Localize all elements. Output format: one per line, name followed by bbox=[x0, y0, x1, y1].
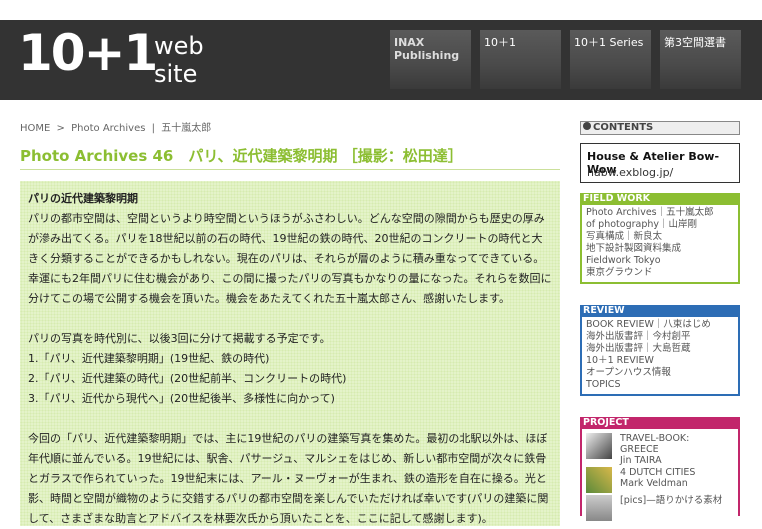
promo-banner[interactable]: House & Atelier Bow-Wow habw.exblog.jp/ bbox=[580, 143, 740, 183]
project-header: PROJECT bbox=[580, 417, 740, 429]
article-body: パリの近代建築黎明期 パリの都市空間は、空間というより時空間というほうがふさわし… bbox=[20, 181, 560, 526]
nav-tab-label: 第3空間選書 bbox=[664, 36, 726, 49]
nav-tab-10plus1[interactable]: 10＋1 bbox=[480, 30, 561, 89]
field-work-link[interactable]: Fieldwork Tokyo bbox=[586, 255, 738, 267]
nav-tab-third-space[interactable]: 第3空間選書 bbox=[660, 30, 741, 89]
project-item[interactable]: TRAVEL-BOOK: GREECE Jin TAIRA bbox=[586, 431, 738, 466]
nav-tab-inax[interactable]: INAX Publishing bbox=[390, 30, 471, 89]
review-link[interactable]: オープンハウス情報 bbox=[586, 367, 738, 379]
review-header: REVIEW bbox=[580, 305, 740, 317]
review-link[interactable]: 海外出版書評｜今村創平 bbox=[586, 331, 738, 343]
project-line: GREECE bbox=[620, 444, 659, 455]
nav-tab-series[interactable]: 10＋1 Series bbox=[570, 30, 651, 89]
contents-label: CONTENTS bbox=[593, 122, 654, 133]
breadcrumb-author: 五十嵐太郎 bbox=[161, 123, 212, 134]
breadcrumb: HOME > Photo Archives | 五十嵐太郎 bbox=[20, 119, 214, 134]
field-work-link[interactable]: of photography｜山岸剛 bbox=[586, 219, 738, 231]
breadcrumb-pipe: | bbox=[151, 123, 156, 134]
review-link[interactable]: 海外出版書評｜大島哲蔵 bbox=[586, 343, 738, 355]
article-heading: パリの近代建築黎明期 bbox=[28, 192, 138, 205]
project-line: [pics]—語りかける素材 bbox=[620, 495, 723, 506]
breadcrumb-sep: > bbox=[56, 123, 65, 134]
project-thumbnail bbox=[586, 467, 612, 493]
project-box: PROJECT TRAVEL-BOOK: GREECE Jin TAIRA 4 … bbox=[580, 417, 740, 521]
title-divider bbox=[20, 169, 560, 170]
breadcrumb-home[interactable]: HOME bbox=[20, 123, 50, 134]
nav-tab-label: INAX bbox=[394, 36, 425, 49]
project-thumbnail bbox=[586, 433, 612, 459]
nav-tab-label-2: Publishing bbox=[394, 49, 460, 62]
nav-tab-label: 10＋1 bbox=[484, 36, 516, 49]
project-item[interactable]: [pics]—語りかける素材 bbox=[586, 493, 738, 521]
review-link[interactable]: 10＋1 REVIEW bbox=[586, 355, 738, 367]
field-work-link[interactable]: Photo Archives｜五十嵐太郎 bbox=[586, 207, 738, 219]
list-item: 1.「パリ、近代建築黎明期」(19世紀、鉄の時代) bbox=[28, 352, 270, 365]
chevron-down-icon bbox=[583, 122, 591, 130]
field-work-link[interactable]: 写真構成｜新良太 bbox=[586, 231, 738, 243]
project-thumbnail bbox=[586, 495, 612, 521]
project-line: TRAVEL-BOOK: bbox=[620, 433, 690, 444]
project-line: 4 DUTCH CITIES bbox=[620, 467, 696, 478]
logo-number: 10+1 bbox=[18, 24, 158, 82]
article-list: 1.「パリ、近代建築黎明期」(19世紀、鉄の時代) 2.「パリ、近代建築の時代」… bbox=[28, 349, 552, 409]
nav-tab-label: 10＋1 Series bbox=[574, 36, 644, 49]
article-paragraph: パリの都市空間は、空間というより時空間というほうがふさわしい。どんな空間の隙間か… bbox=[28, 212, 552, 305]
review-link[interactable]: BOOK REVIEW｜八束はじめ bbox=[586, 319, 738, 331]
list-item: 3.「パリ、近代から現代へ」(20世紀後半、多様性に向かって) bbox=[28, 392, 335, 405]
list-item: 2.「パリ、近代建築の時代」(20世紀前半、コンクリートの時代) bbox=[28, 372, 347, 385]
review-link[interactable]: TOPICS bbox=[586, 379, 738, 391]
contents-header: CONTENTS bbox=[580, 121, 740, 135]
field-work-box: FIELD WORK Photo Archives｜五十嵐太郎 of photo… bbox=[580, 193, 740, 284]
project-item[interactable]: 4 DUTCH CITIES Mark Veldman bbox=[586, 465, 738, 493]
field-work-header: FIELD WORK bbox=[580, 193, 740, 205]
review-box: REVIEW BOOK REVIEW｜八束はじめ 海外出版書評｜今村創平 海外出… bbox=[580, 305, 740, 396]
field-work-link[interactable]: 東京グラウンド bbox=[586, 267, 738, 279]
breadcrumb-section[interactable]: Photo Archives bbox=[71, 123, 145, 134]
project-line: Mark Veldman bbox=[620, 478, 688, 489]
site-header: 10+1 web site INAX Publishing 10＋1 10＋1 S… bbox=[0, 20, 762, 100]
field-work-link[interactable]: 地下設計製図資料集成 bbox=[586, 243, 738, 255]
article-paragraph: パリの写真を時代別に、以後3回に分けて掲載する予定です。 bbox=[28, 332, 331, 345]
promo-url: habw.exblog.jp/ bbox=[587, 166, 674, 179]
article-paragraph: 今回の「パリ、近代建築黎明期」では、主に19世紀のパリの建築写真を集めた。最初の… bbox=[28, 432, 549, 525]
logo-suffix: web site bbox=[154, 32, 204, 88]
page-title: Photo Archives 46 パリ、近代建築黎明期 ［撮影：松田達］ bbox=[20, 147, 463, 165]
